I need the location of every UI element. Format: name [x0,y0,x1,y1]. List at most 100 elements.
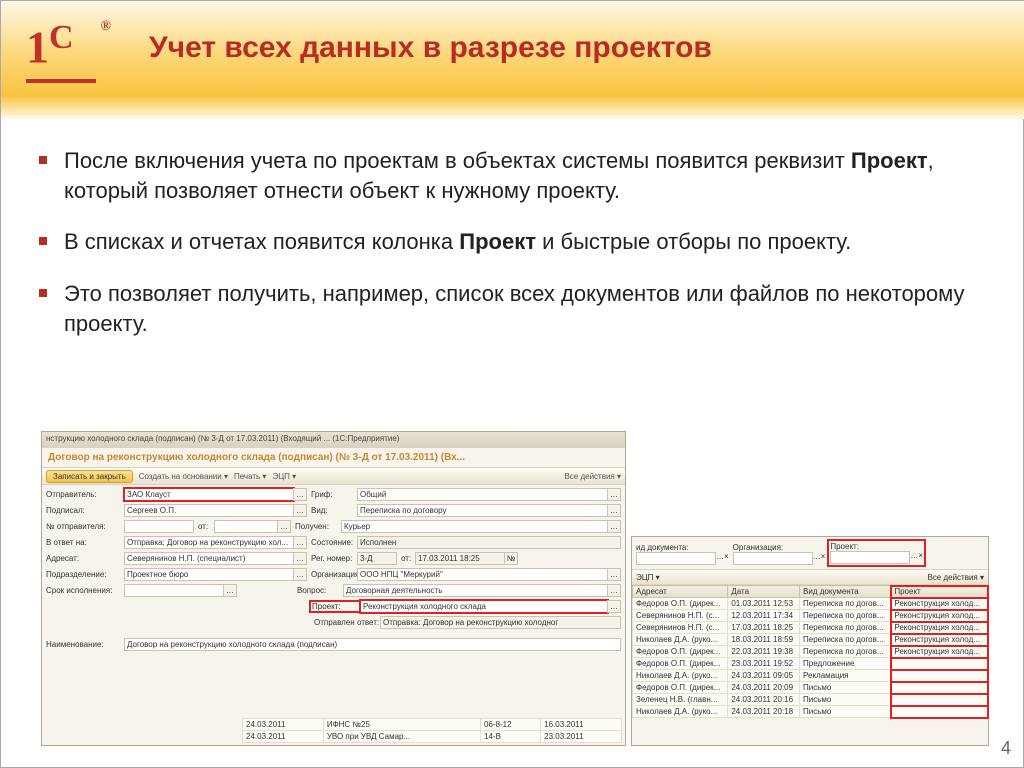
doc-form-window: нструкцию холодного склада (подписан) (№… [41,431,626,746]
sender-no-input[interactable] [124,520,194,533]
table-row: Николаев Д.А. (руко...18.03.2011 18:59Пе… [633,634,988,646]
table-row: Зеленец Н.В. (главн...24.03.2011 20:16Пи… [633,694,988,706]
grif-input[interactable]: Общий [357,488,608,501]
regno-label: Рег. номер: [307,554,357,563]
dept-input[interactable]: Проектное бюро [124,568,294,581]
regno-assign-button[interactable]: № [504,552,518,565]
name-input[interactable]: Договор на реконструкцию холодного склад… [124,638,621,651]
ot-date-input[interactable] [214,520,278,533]
filter-project-input[interactable] [830,551,910,564]
all-actions-menu[interactable]: Все действия ▾ [927,573,984,582]
sender-input[interactable]: ЗАО Клауст [124,488,294,501]
filter-row: ид документа: … × Организация: … × Проек… [632,537,988,569]
all-actions-menu[interactable]: Все действия ▾ [564,472,621,481]
signed-lookup-button[interactable]: … [293,504,307,517]
state-label: Состояние: [307,538,357,547]
sent-reply-input: Отправка: Договор на реконструкцию холод… [380,616,621,629]
filter-viddoc-clear[interactable]: × [724,552,729,565]
question-input[interactable]: Договорная деятельность [343,584,608,597]
regno-ot-label: от: [397,554,415,563]
filter-org-input[interactable] [733,552,813,565]
addressee-label: Адресат: [46,554,124,563]
ecp-menu[interactable]: ЭЦП ▾ [636,573,660,582]
table-row: Федоров О.П. (дирек...24.03.2011 20:09Пи… [633,682,988,694]
addressee-lookup-button[interactable]: … [293,552,307,565]
sent-reply-label: Отправлен ответ: [310,618,380,627]
signed-input[interactable]: Сергеев О.П. [124,504,294,517]
name-label: Наименование: [46,640,124,649]
signed-label: Подписал: [46,506,124,515]
org-label: Организация: [307,570,357,579]
sender-no-label: № отправителя: [46,522,124,531]
table-row: Федоров О.П. (дирек...23.03.2011 19:52Пр… [633,658,988,670]
dept-label: Подразделение: [46,570,124,579]
window-titlebar: нструкцию холодного склада (подписан) (№… [42,432,625,448]
table-row: Федоров О.П. (дирек...01.03.2011 12:53Пе… [633,598,988,610]
filter-project-lookup[interactable]: … [910,551,918,564]
filter-org-clear[interactable]: × [821,552,826,565]
table-row: 24.03.2011 ИФНС №25 06-8-12 16.03.2011 [243,719,622,731]
org-lookup-button[interactable]: … [607,568,621,581]
project-lookup-button[interactable]: … [607,600,621,613]
filter-project-clear[interactable]: × [918,551,923,564]
deadline-input[interactable] [124,584,224,597]
sender-lookup-button[interactable]: … [293,488,307,501]
table-row: Федоров О.П. (дирек...22.03.2011 19:38Пе… [633,646,988,658]
org-input[interactable]: ООО НПЦ "Меркурий" [357,568,608,581]
filter-project-label: Проект: [830,542,923,551]
project-input[interactable]: Реконструкция холодного склада [360,600,608,613]
received-lookup-button[interactable]: … [607,520,621,533]
col-project[interactable]: Проект [891,586,988,598]
regno-ot-input: 17.03.2011 18:25 [415,552,505,565]
col-date[interactable]: Дата [728,586,800,598]
doc-toolbar: Записать и закрыть Создать на основании … [42,467,625,485]
save-and-close-button[interactable]: Записать и закрыть [46,470,133,483]
filter-org-label: Организация: [733,543,826,552]
vid-lookup-button[interactable]: … [607,504,621,517]
bullet-1: После включения учета по проектам в объе… [39,146,979,205]
bullet-3: Это позволяет получить, например, список… [39,279,979,338]
bullet-2: В списках и отчетах появится колонка Про… [39,227,979,257]
table-row: Северянинов Н.П. (с...12.03.2011 17:34Пе… [633,610,988,622]
question-lookup-button[interactable]: … [607,584,621,597]
received-input[interactable]: Курьер [341,520,608,533]
lower-table: 24.03.2011 ИФНС №25 06-8-12 16.03.2011 2… [242,718,622,743]
filter-viddoc-lookup[interactable]: … [716,552,724,565]
table-row: Николаев Д.А. (руко...24.03.2011 20:18Пи… [633,706,988,718]
bullet-list: После включения учета по проектам в объе… [39,146,979,360]
logo-1c: 1C® [26,19,101,94]
state-input: Исполнен [357,536,621,549]
filter-viddoc-label: ид документа: [636,543,729,552]
reply-to-input[interactable]: Отправка: Договор на реконструкцию хол..… [124,536,294,549]
project-label: Проект: [310,601,360,612]
slide-title: Учет всех данных в разрезе проектов [149,31,712,66]
list-window: ид документа: … × Организация: … × Проек… [631,536,989,746]
deadline-date-button[interactable]: … [223,584,237,597]
addressee-input[interactable]: Северянинов Н.П. (специалист) [124,552,294,565]
list-toolbar: ЭЦП ▾ Все действия ▾ [632,569,988,585]
filter-project-block: Проект: … × [829,541,924,565]
question-label: Вопрос: [293,586,343,595]
table-row: 24.03.2011 УВО при УВД Самар... 14-В 23.… [243,731,622,743]
ot-label: от: [194,522,214,531]
filter-viddoc-input[interactable] [636,552,716,565]
documents-table: Адресат Дата Вид документа Проект Федоро… [632,585,988,718]
table-row: Северянинов Н.П. (с...17.03.2011 18:25Пе… [633,622,988,634]
reply-to-label: В ответ на: [46,538,124,547]
dept-lookup-button[interactable]: … [293,568,307,581]
vid-input[interactable]: Переписка по договору [357,504,608,517]
ecp-menu[interactable]: ЭЦП ▾ [272,472,296,481]
grif-lookup-button[interactable]: … [607,488,621,501]
print-menu[interactable]: Печать ▾ [234,472,266,481]
page-number: 4 [1001,738,1011,759]
create-based-on-menu[interactable]: Создать на основании ▾ [139,472,228,481]
col-vid[interactable]: Вид документа [800,586,891,598]
col-addressee[interactable]: Адресат [633,586,728,598]
deadline-label: Срок исполнения: [46,586,124,595]
ot-date-button[interactable]: … [277,520,291,533]
document-title: Договор на реконструкцию холодного склад… [42,448,625,467]
reply-to-lookup-button[interactable]: … [293,536,307,549]
filter-org-lookup[interactable]: … [813,552,821,565]
regno-input: 3-Д [357,552,397,565]
sender-label: Отправитель: [46,490,124,499]
